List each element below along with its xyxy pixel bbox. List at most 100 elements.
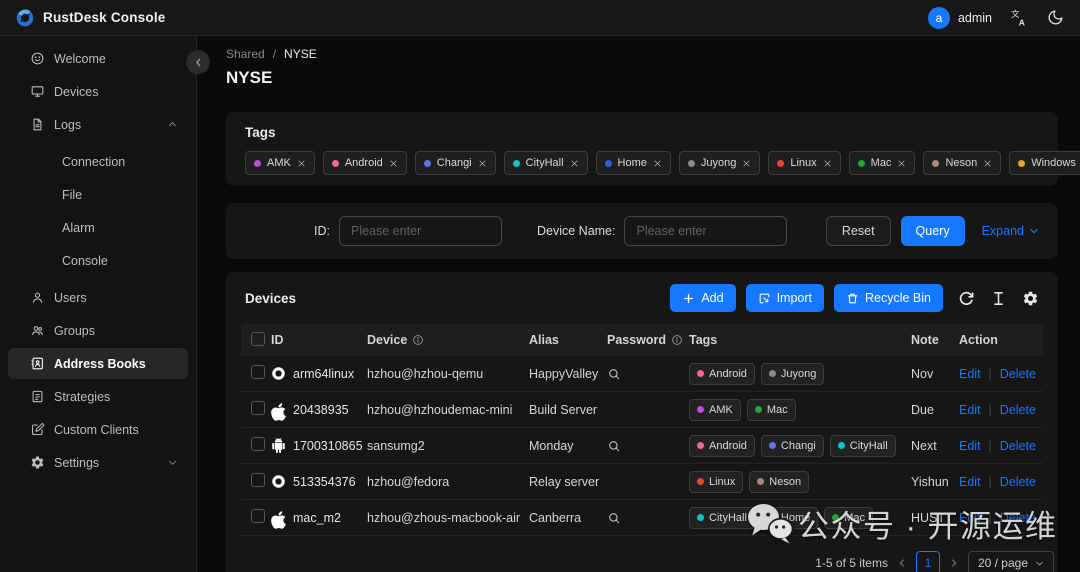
device-id: arm64linux: [293, 367, 354, 381]
row-checkbox[interactable]: [251, 401, 265, 415]
tag-chip[interactable]: Mac: [849, 151, 916, 175]
id-filter-input[interactable]: [339, 216, 502, 246]
tag-color-dot: [332, 160, 339, 167]
devices-header: Devices Add Import: [226, 272, 1058, 324]
tag-name: CityHall: [526, 157, 564, 169]
sidebar-item-strategies[interactable]: Strategies: [0, 380, 196, 413]
sidebar-item-label: Groups: [54, 324, 178, 338]
device-name: hzhou@zhous-macbook-air: [367, 511, 529, 525]
expand-toggle[interactable]: Expand: [982, 224, 1039, 238]
user-menu[interactable]: a admin: [928, 7, 992, 29]
row-checkbox-cell: [241, 437, 271, 454]
tag-chip[interactable]: Home: [596, 151, 671, 175]
reveal-password-icon[interactable]: [607, 511, 689, 525]
remove-tag-icon[interactable]: [389, 159, 398, 168]
tag-chip[interactable]: Linux: [768, 151, 840, 175]
edit-link[interactable]: Edit: [959, 403, 981, 417]
sidebar-item-groups[interactable]: Groups: [0, 314, 196, 347]
delete-link[interactable]: Delete: [1000, 475, 1036, 489]
table-row: mac_m2hzhou@zhous-macbook-airCanberraCit…: [241, 500, 1043, 536]
remove-tag-icon[interactable]: [297, 159, 306, 168]
sidebar-item-devices[interactable]: Devices: [0, 75, 196, 108]
remove-tag-icon[interactable]: [653, 159, 662, 168]
sidebar-item-settings[interactable]: Settings: [0, 446, 196, 479]
edit-link[interactable]: Edit: [959, 475, 981, 489]
sidebar-item-label: Address Books: [54, 357, 178, 371]
add-button[interactable]: Add: [670, 284, 735, 312]
next-page-icon[interactable]: [949, 558, 959, 568]
row-tags-cell: CityHallHomeMac: [689, 507, 911, 529]
import-button[interactable]: Import: [746, 284, 824, 312]
sidebar-collapse-button[interactable]: [186, 50, 210, 74]
edit-link[interactable]: Edit: [959, 511, 981, 525]
row-checkbox[interactable]: [251, 473, 265, 487]
select-all-checkbox[interactable]: [251, 332, 265, 346]
tag-chip: CityHall: [830, 435, 896, 457]
tag-chip[interactable]: AMK: [245, 151, 315, 175]
info-icon[interactable]: [412, 334, 424, 346]
sidebar-menu: WelcomeDevicesLogs ConnectionFileAlarmCon…: [0, 42, 196, 479]
sidebar-item-welcome[interactable]: Welcome: [0, 42, 196, 75]
sidebar-item-address-books[interactable]: Address Books: [0, 347, 196, 380]
row-tags-cell: LinuxNeson: [689, 471, 911, 493]
tag-chip[interactable]: CityHall: [504, 151, 588, 175]
query-button[interactable]: Query: [901, 216, 965, 246]
tag-chip: Neson: [749, 471, 809, 493]
row-checkbox[interactable]: [251, 509, 265, 523]
tag-chip[interactable]: Juyong: [679, 151, 760, 175]
sidebar-item-custom-clients[interactable]: Custom Clients: [0, 413, 196, 446]
column-settings-icon[interactable]: [1022, 290, 1039, 307]
dark-mode-icon[interactable]: [1047, 9, 1064, 26]
reveal-password-icon[interactable]: [607, 439, 689, 453]
breadcrumb-root[interactable]: Shared: [226, 47, 265, 61]
user-name: admin: [958, 11, 992, 25]
remove-tag-icon[interactable]: [897, 159, 906, 168]
delete-link[interactable]: Delete: [1000, 367, 1036, 381]
avatar[interactable]: a: [928, 7, 950, 29]
prev-page-icon[interactable]: [897, 558, 907, 568]
edit-link[interactable]: Edit: [959, 367, 981, 381]
sidebar-subitem-file[interactable]: File: [0, 178, 196, 211]
delete-link[interactable]: Delete: [1000, 439, 1036, 453]
breadcrumb-current: NYSE: [284, 47, 317, 61]
refresh-icon[interactable]: [958, 290, 975, 307]
row-height-icon[interactable]: [990, 290, 1007, 307]
row-checkbox[interactable]: [251, 437, 265, 451]
column-header-password: Password: [607, 333, 689, 347]
remove-tag-icon[interactable]: [823, 159, 832, 168]
sidebar-item-label: Custom Clients: [54, 423, 178, 437]
device-id-cell: arm64linux: [271, 366, 367, 381]
sidebar-item-logs[interactable]: Logs: [0, 108, 196, 141]
delete-link[interactable]: Delete: [1000, 511, 1036, 525]
tag-name: Mac: [871, 157, 892, 169]
remove-tag-icon[interactable]: [983, 159, 992, 168]
remove-tag-icon[interactable]: [478, 159, 487, 168]
device-name-filter-input[interactable]: [624, 216, 787, 246]
sidebar-subitem-connection[interactable]: Connection: [0, 145, 196, 178]
tag-chip[interactable]: Changi: [415, 151, 496, 175]
tag-chip[interactable]: Neson: [923, 151, 1001, 175]
page-size-select[interactable]: 20 / page: [968, 551, 1054, 572]
tag-color-dot: [838, 442, 845, 449]
current-page[interactable]: 1: [916, 551, 940, 572]
app-title: RustDesk Console: [43, 10, 165, 25]
remove-tag-icon[interactable]: [570, 159, 579, 168]
action-separator: |: [989, 367, 992, 381]
tag-chip[interactable]: Android: [323, 151, 407, 175]
delete-link[interactable]: Delete: [1000, 403, 1036, 417]
sidebar-subitem-alarm[interactable]: Alarm: [0, 211, 196, 244]
info-icon[interactable]: [671, 334, 683, 346]
tag-name: Android: [345, 157, 383, 169]
reveal-password-icon[interactable]: [607, 367, 689, 381]
row-checkbox[interactable]: [251, 365, 265, 379]
row-checkbox-cell: [241, 401, 271, 418]
edit-link[interactable]: Edit: [959, 439, 981, 453]
recycle-bin-button[interactable]: Recycle Bin: [834, 284, 943, 312]
language-icon[interactable]: 文 A: [1011, 9, 1028, 26]
sidebar-subitem-console[interactable]: Console: [0, 244, 196, 277]
remove-tag-icon[interactable]: [742, 159, 751, 168]
tag-chip[interactable]: Windows: [1009, 151, 1080, 175]
tag-color-dot: [697, 370, 704, 377]
sidebar-item-users[interactable]: Users: [0, 281, 196, 314]
reset-button[interactable]: Reset: [826, 216, 891, 246]
